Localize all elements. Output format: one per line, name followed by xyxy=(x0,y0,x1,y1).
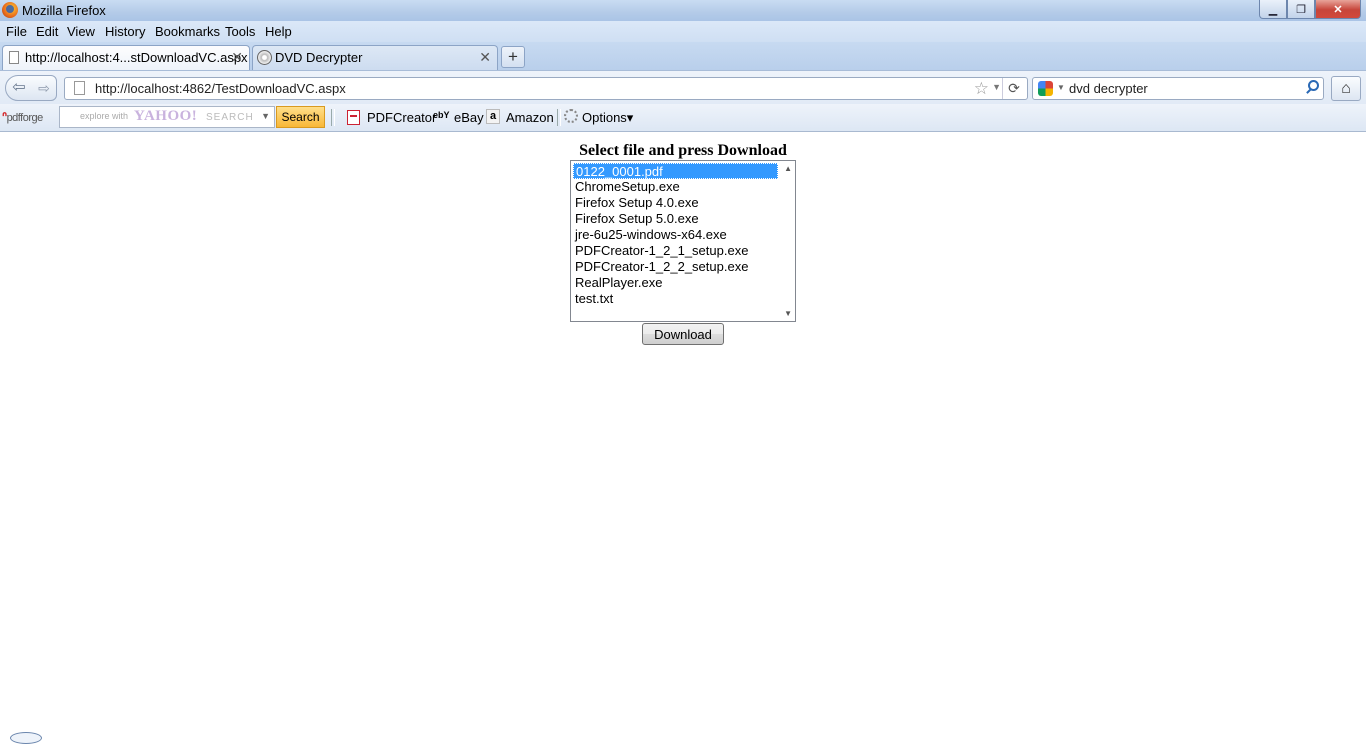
page-icon xyxy=(9,51,19,64)
google-icon[interactable] xyxy=(1038,81,1053,96)
close-window-button[interactable]: ✕ xyxy=(1315,0,1361,19)
yahoo-search-hint: SEARCH xyxy=(206,112,254,123)
search-bar[interactable]: ▼ xyxy=(1032,77,1324,100)
tab-bar: http://localhost:4...stDownloadVC.aspx ✕… xyxy=(0,42,1366,70)
options-menu[interactable]: Options▾ xyxy=(582,110,633,126)
forward-button[interactable]: ⇨ xyxy=(34,77,54,99)
menu-file[interactable]: File xyxy=(6,24,27,39)
search-engine-dropdown-icon[interactable]: ▼ xyxy=(1057,83,1065,92)
menu-edit[interactable]: Edit xyxy=(36,24,58,39)
yahoo-logo: YAHOO! xyxy=(134,108,198,124)
close-tab-icon[interactable]: ✕ xyxy=(479,49,491,66)
title-bar: Mozilla Firefox ▁ ❐ ✕ xyxy=(0,0,1366,21)
page-title: Select file and press Download xyxy=(579,142,787,159)
download-button[interactable]: Download xyxy=(642,323,724,345)
address-bar[interactable]: http://localhost:4862/TestDownloadVC.asp… xyxy=(64,77,1028,100)
list-item[interactable]: RealPlayer.exe xyxy=(573,275,778,291)
pdf-icon xyxy=(347,110,360,125)
page-icon xyxy=(74,81,85,95)
tab-testdownload[interactable]: http://localhost:4...stDownloadVC.aspx ✕ xyxy=(2,45,250,70)
tab-label: DVD Decrypter xyxy=(275,50,363,65)
menu-help[interactable]: Help xyxy=(265,24,292,39)
minimize-button[interactable]: ▁ xyxy=(1259,0,1287,19)
pdfforge-logo[interactable]: ᐢpdfforge xyxy=(2,109,43,125)
gear-icon xyxy=(564,109,578,123)
scroll-up-icon[interactable]: ▲ xyxy=(784,164,792,173)
ebay-link[interactable]: eBay xyxy=(454,110,484,125)
search-icon[interactable] xyxy=(1308,80,1319,91)
list-item[interactable]: PDFCreator-1_2_2_setup.exe xyxy=(573,259,778,275)
ebay-icon: ebY xyxy=(433,110,450,120)
window-title: Mozilla Firefox xyxy=(22,3,106,18)
menu-history[interactable]: History xyxy=(105,24,145,39)
menu-bar: File Edit View History Bookmarks Tools H… xyxy=(0,21,1366,42)
window-controls: ▁ ❐ ✕ xyxy=(1259,0,1361,19)
search-input[interactable] xyxy=(1069,80,1299,97)
amazon-link[interactable]: Amazon xyxy=(506,110,554,125)
disc-icon xyxy=(257,50,272,65)
menu-bookmarks[interactable]: Bookmarks xyxy=(155,24,220,39)
menu-tools[interactable]: Tools xyxy=(225,24,255,39)
url-text[interactable]: http://localhost:4862/TestDownloadVC.asp… xyxy=(95,81,346,96)
chevron-down-icon[interactable]: ▼ xyxy=(261,111,270,121)
tab-dvd-decrypter[interactable]: DVD Decrypter ✕ xyxy=(252,45,498,70)
yahoo-search-box[interactable]: explore with YAHOO! SEARCH ▼ xyxy=(59,106,275,128)
scroll-down-icon[interactable]: ▼ xyxy=(784,309,792,318)
close-tab-icon[interactable]: ✕ xyxy=(231,49,243,66)
yahoo-search-button[interactable]: Search xyxy=(276,106,325,128)
list-item[interactable]: test.txt xyxy=(573,291,778,307)
scrollbar[interactable]: ▲ ▼ xyxy=(778,161,795,321)
firefox-logo-icon xyxy=(2,2,18,18)
home-button[interactable]: ⌂ xyxy=(1331,76,1361,101)
new-tab-button[interactable]: + xyxy=(501,46,525,68)
maximize-button[interactable]: ❐ xyxy=(1287,0,1315,19)
menu-view[interactable]: View xyxy=(67,24,95,39)
amazon-icon: a xyxy=(486,109,500,124)
url-dropdown-icon[interactable]: ▼ xyxy=(992,82,1001,92)
yahoo-hint: explore with xyxy=(80,111,129,121)
reload-icon[interactable]: ⟳ xyxy=(1002,78,1025,99)
bookmark-star-icon[interactable]: ☆ xyxy=(974,79,989,99)
pdfforge-toolbar: ᐢpdfforge explore with YAHOO! SEARCH ▼ S… xyxy=(0,104,1366,132)
pdfcreator-link[interactable]: PDFCreator xyxy=(367,110,436,125)
back-button[interactable]: ⇦ xyxy=(8,77,30,99)
list-item[interactable]: 0122_0001.pdf xyxy=(573,163,778,179)
list-item[interactable]: Firefox Setup 4.0.exe xyxy=(573,195,778,211)
file-listbox[interactable]: 0122_0001.pdf ChromeSetup.exe Firefox Se… xyxy=(570,160,796,322)
back-forward-group: ⇦ ⇨ xyxy=(5,75,57,101)
tab-label: http://localhost:4...stDownloadVC.aspx xyxy=(25,50,248,65)
list-item[interactable]: ChromeSetup.exe xyxy=(573,179,778,195)
navigation-bar: ⇦ ⇨ http://localhost:4862/TestDownloadVC… xyxy=(0,70,1366,104)
list-item[interactable]: jre-6u25-windows-x64.exe xyxy=(573,227,778,243)
toolbar-divider xyxy=(557,109,561,126)
list-item[interactable]: Firefox Setup 5.0.exe xyxy=(573,211,778,227)
list-item[interactable]: PDFCreator-1_2_1_setup.exe xyxy=(573,243,778,259)
pdfforge-label: pdfforge xyxy=(6,112,44,124)
toolbar-divider xyxy=(331,109,335,126)
status-indicator-icon xyxy=(10,732,42,744)
